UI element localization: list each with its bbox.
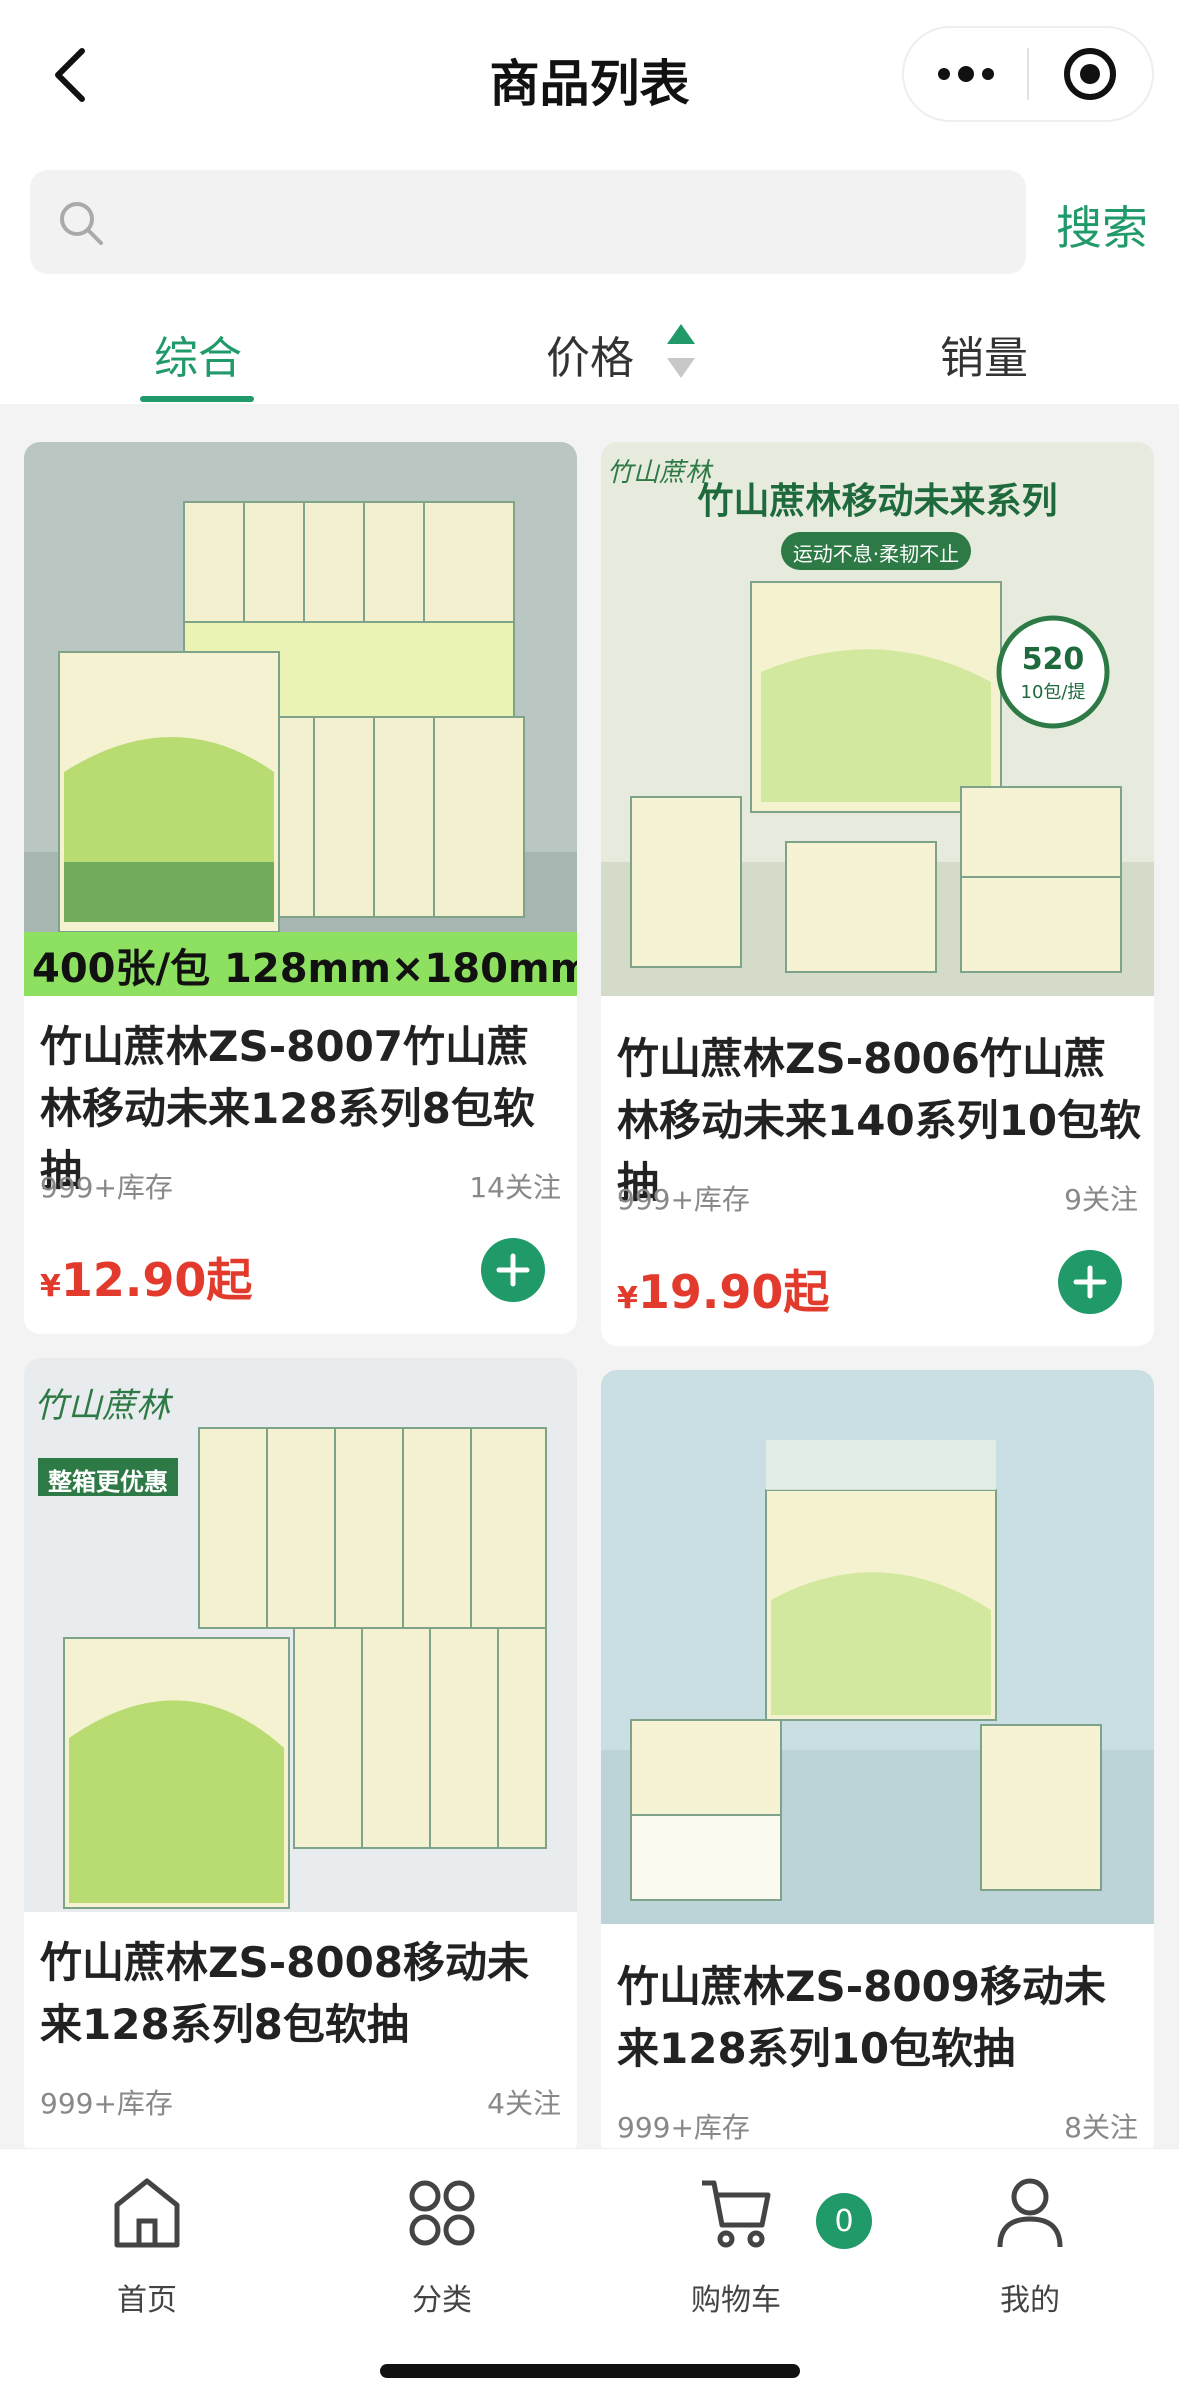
search-box[interactable] [30,170,1026,274]
tabbar-label: 我的 [1000,2283,1060,2318]
tab-sales[interactable]: 销量 [940,322,1028,386]
tab-comprehensive[interactable]: 综合 [154,322,242,386]
image-caption: 400张/包 128mm×180mm张 [32,946,577,992]
plus-icon [496,1253,530,1287]
search-button[interactable]: 搜索 [1056,192,1148,258]
image-headline: 竹山蔗林移动未来系列 [697,481,1058,522]
more-button[interactable] [904,28,1027,120]
product-card[interactable]: 400张/包 128mm×180mm张 竹山蔗林ZS-8007竹山蔗林移动未来1… [24,442,577,1334]
target-icon [1064,48,1117,100]
product-image[interactable]: 竹山蔗林 整箱更优惠 [24,1358,577,1912]
add-to-cart-button[interactable] [481,1238,545,1302]
tabbar-label: 首页 [117,2283,177,2318]
product-card[interactable]: 竹山蔗林 竹山蔗林移动未来系列 运动不息·柔韧不止 520 10包/提 竹山蔗林… [601,442,1154,1346]
currency-symbol: ¥ [40,1269,61,1304]
user-icon [997,2178,1063,2248]
product-price: ¥19.90起 [617,1256,829,1322]
tabbar-label: 分类 [412,2283,472,2318]
search-input[interactable] [130,170,1010,274]
tabbar-label: 购物车 [691,2283,781,2318]
cart-count-badge: 0 [816,2193,872,2249]
price-value: 12.90起 [60,1253,253,1307]
product-image[interactable] [601,1370,1154,1924]
category-icon [409,2180,475,2246]
cart-icon [702,2180,771,2248]
product-stock: 999+库存 [40,1171,173,1204]
product-stock: 999+库存 [617,2111,750,2144]
image-tag: 整箱更优惠 [48,1468,168,1496]
image-brand-logo: 竹山蔗林 [34,1386,170,1426]
product-follow-count: 9关注 [1064,1183,1138,1216]
product-card[interactable]: 竹山蔗林ZS-8009移动未来128系列10包软抽 999+库存 8关注 [601,1370,1154,2158]
product-card[interactable]: 竹山蔗林 整箱更优惠 竹山蔗林ZS-8008移动未来128系列8包软抽 999+… [24,1358,577,2158]
bottom-tab-bar: 首页 分类 购物车 我的 0 [0,2148,1179,2391]
more-dots-icon [937,66,994,82]
image-subline: 运动不息·柔韧不止 [792,542,960,566]
product-title[interactable]: 竹山蔗林ZS-8009移动未来128系列10包软抽 [617,1956,1147,2080]
sort-arrows-icon[interactable] [664,322,698,380]
tabbar-item-home[interactable]: 首页 [77,2163,217,2319]
tabbar-item-cart[interactable]: 购物车 [666,2163,806,2319]
image-badge-number: 520 [1021,642,1085,677]
tabbar-item-me[interactable]: 我的 [960,2163,1100,2319]
active-tab-indicator [140,396,254,402]
product-follow-count: 14关注 [469,1171,561,1204]
nav-bar: 商品列表 [0,0,1179,150]
image-badge-text: 10包/提 [1020,682,1086,703]
mini-program-capsule [902,26,1154,122]
search-bar: 搜索 [0,150,1179,300]
sort-tabs: 综合 价格 销量 [0,300,1179,404]
home-icon [114,2178,180,2248]
product-stock: 999+库存 [40,2087,173,2120]
tabbar-item-category[interactable]: 分类 [372,2163,512,2319]
plus-icon [1073,1265,1107,1299]
product-price: ¥12.90起 [40,1244,252,1310]
add-to-cart-button[interactable] [1058,1250,1122,1314]
product-image[interactable]: 400张/包 128mm×180mm张 [24,442,577,996]
product-follow-count: 4关注 [487,2087,561,2120]
product-title[interactable]: 竹山蔗林ZS-8008移动未来128系列8包软抽 [40,1932,570,2056]
search-icon [60,202,103,245]
close-mini-program-button[interactable] [1029,28,1152,120]
product-follow-count: 8关注 [1064,2111,1138,2144]
product-stock: 999+库存 [617,1183,750,1216]
product-image[interactable]: 竹山蔗林 竹山蔗林移动未来系列 运动不息·柔韧不止 520 10包/提 [601,442,1154,996]
currency-symbol: ¥ [617,1281,638,1316]
price-value: 19.90起 [637,1265,830,1319]
tab-price[interactable]: 价格 [546,322,634,386]
home-indicator [380,2364,800,2378]
